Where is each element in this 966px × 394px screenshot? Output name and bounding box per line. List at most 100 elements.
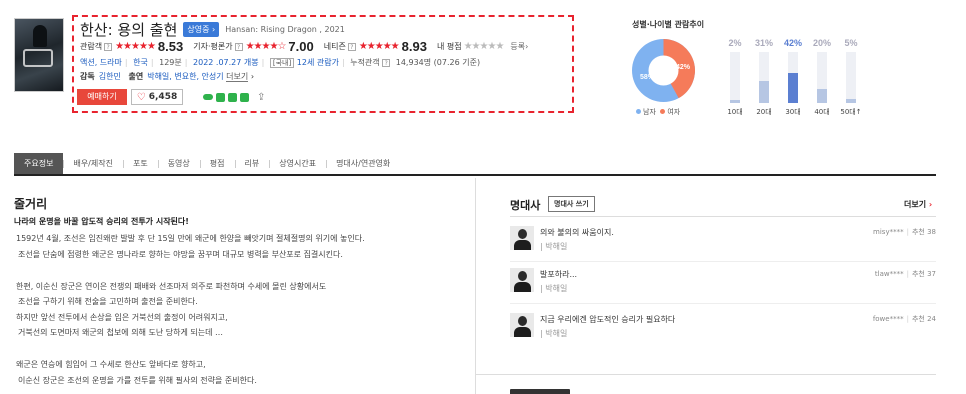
tab-5[interactable]: 리뷰 [234, 153, 270, 174]
rating-score-netizen: 8.93 [401, 39, 427, 54]
grade-link[interactable]: 12세 관람가 [297, 58, 339, 67]
like-count: 6,458 [148, 92, 178, 102]
age-bar-label: 40대 [814, 108, 830, 116]
movie-meta-row: 액션, 드라마 | 한국 | 129분 | 2022 .07.27 개봉 | [국내] … [80, 58, 481, 68]
status-badge[interactable]: 상영중 › [183, 22, 220, 37]
pie-label-male: 58% [640, 74, 655, 81]
rating-stars-audience: ★★★★★ [115, 41, 156, 52]
quote-user: fowe**** [872, 315, 904, 323]
quotes-more-link[interactable]: 더보기 › [904, 199, 932, 210]
rating-label-netizen: 네티즌 [323, 42, 346, 51]
section-divider [475, 374, 936, 375]
tab-2[interactable]: 포토 [122, 153, 158, 174]
director-link[interactable]: 김한민 [99, 72, 121, 81]
genres-link[interactable]: 액션, 드라마 [80, 58, 122, 67]
age-bar-fill [759, 81, 769, 103]
synopsis-line: 이순신 장군은 조선의 운명을 가를 전투를 위해 필사의 전략을 준비한다. [18, 376, 257, 385]
bookmark-icon[interactable] [228, 92, 237, 102]
recommend-label: 추천 [911, 315, 925, 323]
movie-title[interactable]: 한산: 용의 출현 [80, 19, 177, 40]
help-icon[interactable]: ? [347, 42, 356, 51]
quote-text: 발포하라... [540, 270, 578, 279]
avatar[interactable] [510, 268, 534, 292]
synopsis-line: 조선을 구하기 위해 전술을 고민하며 출전을 준비한다. [18, 297, 198, 306]
quote-separator [510, 261, 936, 262]
legend-dot-female [660, 109, 666, 114]
audience-count: 14,934명 [395, 58, 432, 67]
synopsis-title: 줄거리 [14, 197, 48, 211]
quote-actor[interactable]: | 박해일 [540, 328, 567, 339]
recommend-label: 추천 [911, 270, 925, 278]
quote-item[interactable]: 발포하라... | 박해일 tlaw**** | 추천 37 [510, 266, 936, 306]
vod-icon[interactable] [203, 94, 213, 100]
quote-actor[interactable]: | 박해일 [540, 241, 567, 252]
quote-meta: tlaw**** | 추천 37 [874, 270, 936, 278]
recommend-count: 38 [927, 228, 936, 236]
age-bar-fill [846, 99, 856, 103]
quotes-title: 명대사 [510, 199, 541, 212]
synopsis-line: 거북선의 도면마저 왜군의 첩보에 의해 도난 당하게 되는데 … [18, 328, 223, 337]
age-bar-label: 20대 [756, 108, 772, 116]
director-label: 감독 [80, 72, 95, 81]
help-icon[interactable]: ? [234, 42, 243, 51]
help-icon[interactable]: ? [104, 42, 113, 51]
help-icon[interactable]: ? [382, 59, 391, 67]
audience-label: 누적관객 [350, 58, 380, 67]
cast-links[interactable]: 박해일, 변요한, 안성기 [147, 72, 223, 81]
my-rating-stars[interactable]: ★★★★★ [464, 41, 505, 52]
runtime: 129분 [159, 58, 182, 67]
synopsis-line: 1592년 4월, 조선은 임진왜란 발발 후 단 15일 만에 왜군에 한양을… [16, 234, 365, 243]
synopsis-line: 하지만 앞선 전투에서 손상을 입은 거북선의 출정이 어려워지고, [16, 313, 228, 322]
quotes-divider [510, 216, 936, 217]
my-rating-label: 내 평점 [436, 42, 462, 51]
recommend-count: 37 [927, 270, 936, 278]
quote-item[interactable]: 지금 우리에겐 압도적인 승리가 필요하다 | 박해일 fowe**** | 추천 24 [510, 311, 936, 351]
avatar[interactable] [510, 226, 534, 250]
people-row: 감독 김한민 출연 박해일, 변요한, 안성기 더보기 › [80, 71, 254, 82]
quote-separator [510, 303, 936, 304]
tab-bar: 주요정보 배우/제작진 포토 동영상 평점 리뷰 상영시간표 명대사/연관영화 [14, 153, 936, 176]
tab-1[interactable]: 배우/제작진 [63, 153, 123, 174]
enroll-rating-link[interactable]: 등록› [510, 41, 528, 52]
player-icon[interactable] [240, 92, 249, 102]
release-date-link[interactable]: 2022 .07.27 개봉 [193, 58, 259, 67]
quote-item[interactable]: 의와 불의의 싸움이지. | 박해일 misy**** | 추천 38 [510, 224, 936, 264]
quote-actor[interactable]: | 박해일 [540, 283, 567, 294]
heart-icon: ♡ [136, 91, 146, 103]
rating-stars-netizen: ★★★★★ [358, 41, 400, 52]
legend-male: 남자 [643, 108, 656, 116]
movie-info-box: 한산: 용의 출현 상영중 › Hansan: Rising Dragon , … [72, 15, 574, 113]
age-bar-pct: 2% [728, 38, 742, 48]
age-bar-track [817, 52, 827, 103]
like-button[interactable]: ♡ 6,458 [131, 89, 183, 105]
age-bar-fill [788, 73, 798, 103]
tab-6[interactable]: 상영시간표 [269, 153, 326, 174]
quote-user: tlaw**** [874, 270, 904, 278]
pie-hole [648, 55, 679, 86]
synopsis-line: 왜군은 연승에 힘입어 그 수세로 한산도 앞바다로 향하고, [16, 360, 206, 369]
quote-text: 지금 우리에겐 압도적인 승리가 필요하다 [540, 315, 676, 324]
action-row: 예매하기 ♡ 6,458 ⇪ [77, 89, 265, 105]
rating-score-critic: 7.00 [288, 39, 314, 54]
write-quote-button[interactable]: 명대사 쓰기 [548, 196, 595, 212]
grade-box: [국내] [269, 58, 295, 68]
share-icon[interactable]: ⇪ [257, 92, 265, 103]
country-link[interactable]: 한국 [133, 58, 148, 67]
legend-dot-male [636, 109, 641, 114]
ratings-row: 관람객 ? ★★★★★ 8.53 기자·평론가 ? ★★★★☆ 7.00 네티즌… [80, 39, 528, 54]
tab-7[interactable]: 명대사/연관영화 [326, 153, 400, 174]
synopsis-headline: 나라의 운명을 바꿀 압도적 승리의 전투가 시작된다! [14, 217, 189, 226]
stats-title: 성별·나이별 관람추이 [632, 20, 705, 29]
tab-0[interactable]: 주요정보 [14, 153, 64, 174]
audience-date: (07.26 기준) [433, 58, 481, 67]
age-bar-fill [817, 89, 827, 103]
reserve-button[interactable]: 예매하기 [77, 89, 127, 105]
tab-4[interactable]: 평점 [199, 153, 235, 174]
tab-3[interactable]: 동영상 [157, 153, 200, 174]
more-cast-link[interactable]: 더보기 [226, 72, 249, 82]
avatar[interactable] [510, 313, 534, 337]
download-icon[interactable] [216, 92, 225, 102]
rating-stars-critic: ★★★★☆ [245, 41, 287, 52]
movie-poster[interactable] [14, 18, 64, 92]
age-bar-track [759, 52, 769, 103]
